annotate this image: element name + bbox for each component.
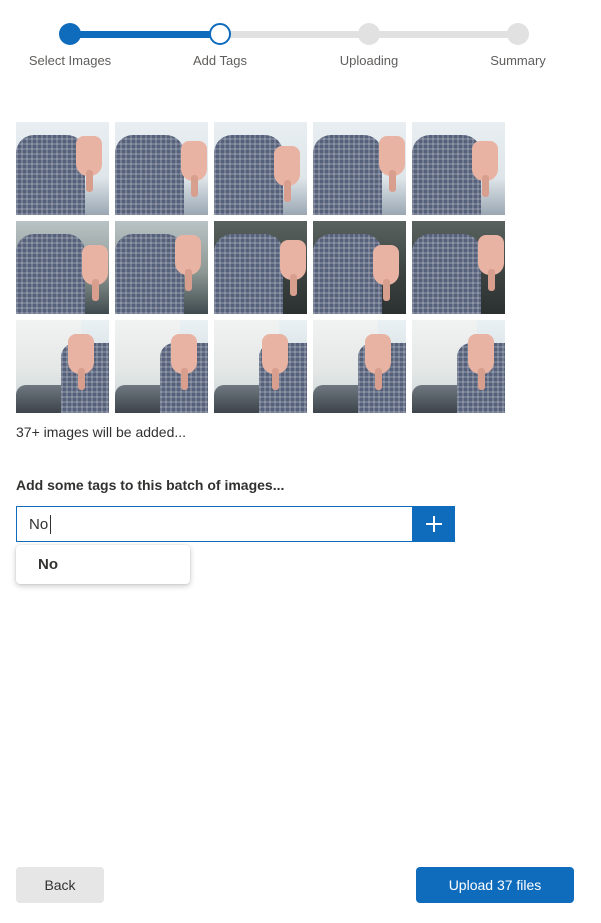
step-label-select-images: Select Images <box>28 53 112 68</box>
image-thumbnail <box>214 320 307 413</box>
image-thumbnail <box>214 221 307 314</box>
image-thumbnail <box>115 221 208 314</box>
image-thumbnail <box>313 221 406 314</box>
image-thumbnail <box>412 320 505 413</box>
text-caret <box>50 515 51 534</box>
add-tag-button[interactable] <box>413 506 455 542</box>
image-thumbnail <box>16 320 109 413</box>
image-thumbnail <box>313 122 406 215</box>
image-thumbnail <box>313 320 406 413</box>
image-thumbnail <box>115 122 208 215</box>
image-thumbnail <box>214 122 307 215</box>
stepper-progress-fill <box>70 31 220 38</box>
tag-suggestion-item[interactable]: No <box>38 556 58 573</box>
step-label-summary: Summary <box>490 53 546 68</box>
step-dot-select-images <box>59 23 81 45</box>
image-thumbnail <box>16 221 109 314</box>
tag-input[interactable] <box>16 506 413 542</box>
images-count-text: 37+ images will be added... <box>16 424 187 440</box>
progress-stepper: Select Images Add Tags Uploading Summary <box>0 0 601 80</box>
step-label-uploading: Uploading <box>339 53 399 68</box>
step-dot-uploading <box>358 23 380 45</box>
tag-suggestions-dropdown: No <box>16 545 190 584</box>
step-dot-summary <box>507 23 529 45</box>
image-thumbnail <box>115 320 208 413</box>
image-thumbnail <box>412 221 505 314</box>
image-thumbnail <box>16 122 109 215</box>
upload-files-button[interactable]: Upload 37 files <box>416 867 574 903</box>
step-label-add-tags: Add Tags <box>193 53 247 68</box>
image-thumbnail <box>412 122 505 215</box>
step-dot-add-tags <box>209 23 231 45</box>
image-preview-grid <box>16 122 505 413</box>
tags-heading: Add some tags to this batch of images... <box>16 477 285 493</box>
plus-icon <box>426 516 442 532</box>
upload-wizard: Select Images Add Tags Uploading Summary… <box>0 0 601 923</box>
back-button[interactable]: Back <box>16 867 104 903</box>
